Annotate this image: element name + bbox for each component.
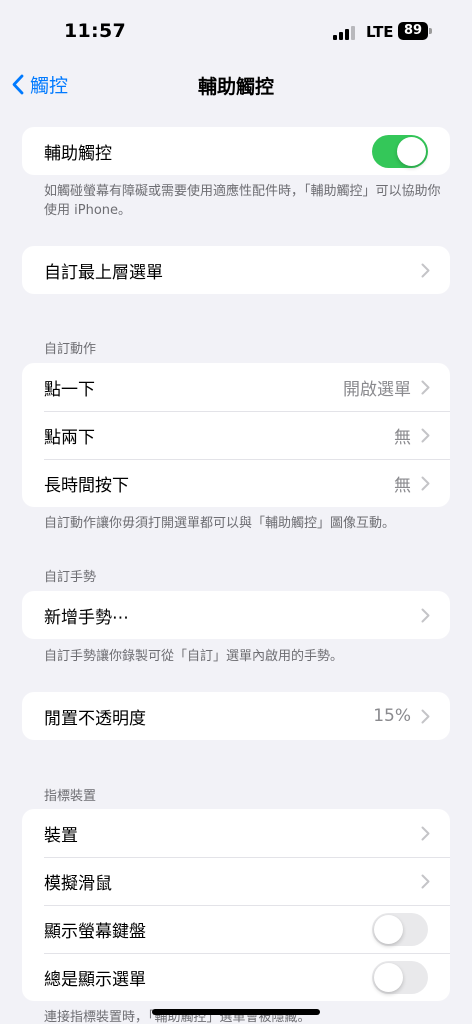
show-onscreen-keyboard-toggle[interactable] [372, 912, 428, 946]
long-press-value: 無 [394, 475, 411, 496]
toggle-knob [397, 136, 426, 166]
status-time: 11:57 [64, 20, 126, 42]
double-tap-row[interactable]: 點兩下 無 [22, 411, 450, 459]
customize-top-menu-label: 自訂最上層選單 [44, 262, 163, 283]
mouse-keys-label: 模擬滑鼠 [44, 873, 112, 894]
custom-gestures-header: 自訂手勢 [44, 570, 97, 585]
custom-gestures-group: 新增手勢⋯ [22, 591, 450, 639]
devices-label: 裝置 [44, 825, 78, 846]
single-tap-value: 開啟選單 [343, 379, 411, 400]
devices-row[interactable]: 裝置 [22, 809, 450, 857]
battery-icon: 89 [398, 22, 432, 40]
custom-gestures-footer: 自訂手勢讓你錄製可從「自訂」選單內啟用的手勢。 [44, 649, 344, 664]
chevron-right-icon [421, 826, 430, 840]
chevron-right-icon [421, 380, 430, 394]
double-tap-value: 無 [394, 427, 411, 448]
always-show-menu-label: 總是顯示選單 [44, 969, 146, 990]
assistive-touch-row: 輔助觸控 [22, 127, 450, 175]
custom-actions-header: 自訂動作 [44, 342, 97, 357]
assistive-touch-label: 輔助觸控 [44, 143, 112, 164]
network-type: LTE [366, 23, 394, 41]
long-press-label: 長時間按下 [44, 475, 129, 496]
assistive-touch-group: 輔助觸控 [22, 127, 450, 175]
assistive-touch-footer: 如觸碰螢幕有障礙或需要使用適應性配件時，「輔助觸控」可以協助你使用 iPhone… [44, 184, 441, 218]
chevron-right-icon [421, 608, 430, 622]
custom-actions-footer: 自訂動作讓你毋須打開選單都可以與「輔助觸控」圖像互動。 [44, 516, 396, 531]
long-press-row[interactable]: 長時間按下 無 [22, 459, 450, 507]
double-tap-label: 點兩下 [44, 427, 95, 448]
navigation-bar: 觸控 輔助觸控 [0, 62, 472, 106]
single-tap-label: 點一下 [44, 379, 95, 400]
always-show-menu-row: 總是顯示選單 [22, 953, 450, 1001]
idle-opacity-group: 閒置不透明度 15% [22, 692, 450, 740]
always-show-menu-toggle[interactable] [372, 960, 428, 994]
home-indicator[interactable] [152, 1009, 320, 1015]
chevron-right-icon [421, 428, 430, 442]
customize-top-menu-row[interactable]: 自訂最上層選單 [22, 246, 450, 294]
assistive-touch-toggle[interactable] [372, 134, 428, 168]
cellular-signal-icon [333, 26, 357, 40]
pointer-devices-group: 裝置 模擬滑鼠 顯示螢幕鍵盤 總是顯示選單 [22, 809, 450, 1001]
page-title: 輔助觸控 [197, 76, 274, 98]
screen: 11:57 LTE 89 觸控 輔助觸控 輔助觸控 如觸碰螢幕有障礙或需要使用適… [0, 0, 472, 1024]
idle-opacity-row[interactable]: 閒置不透明度 15% [22, 692, 450, 740]
show-onscreen-keyboard-label: 顯示螢幕鍵盤 [44, 921, 146, 942]
create-new-gesture-row[interactable]: 新增手勢⋯ [22, 591, 450, 639]
chevron-right-icon [421, 874, 430, 888]
show-onscreen-keyboard-row: 顯示螢幕鍵盤 [22, 905, 450, 953]
pointer-devices-header: 指標裝置 [44, 789, 97, 804]
mouse-keys-row[interactable]: 模擬滑鼠 [22, 857, 450, 905]
toggle-knob [374, 914, 403, 944]
chevron-right-icon [421, 263, 430, 277]
custom-actions-group: 點一下 開啟選單 點兩下 無 長時間按下 無 [22, 363, 450, 507]
chevron-right-icon [421, 709, 430, 723]
idle-opacity-value: 15% [373, 706, 411, 726]
top-menu-group: 自訂最上層選單 [22, 246, 450, 294]
idle-opacity-label: 閒置不透明度 [44, 708, 146, 729]
toggle-knob [374, 962, 403, 992]
single-tap-row[interactable]: 點一下 開啟選單 [22, 363, 450, 411]
create-new-gesture-label: 新增手勢⋯ [44, 607, 129, 628]
battery-level: 89 [398, 22, 428, 40]
status-bar: 11:57 LTE 89 [0, 0, 472, 62]
chevron-right-icon [421, 476, 430, 490]
